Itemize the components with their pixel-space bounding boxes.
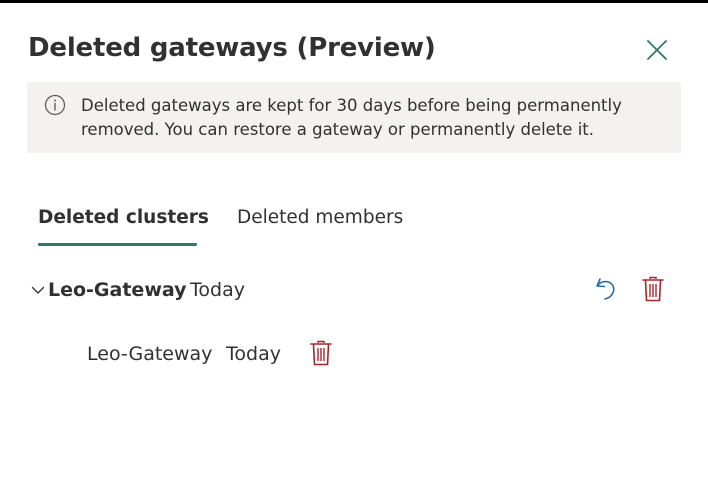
top-border [0,0,708,3]
member-name: Leo-Gateway [87,343,213,365]
member-deleted-date: Today [226,343,281,365]
member-row: Leo-Gateway Today [87,334,387,374]
panel-title: Deleted gateways (Preview) [28,33,436,63]
cluster-row: Leo-Gateway Today [28,270,678,312]
trash-icon [310,340,332,366]
cluster-name: Leo-Gateway [48,279,187,301]
cluster-deleted-date: Today [190,279,245,301]
close-icon [647,40,667,60]
tab-label: Deleted members [237,207,404,228]
tab-deleted-clusters[interactable]: Deleted clusters [38,198,209,246]
delete-button[interactable] [638,274,668,304]
close-button[interactable] [640,33,674,67]
delete-member-button[interactable] [306,338,336,368]
info-message-text: Deleted gateways are kept for 30 days be… [81,96,622,139]
info-icon [44,94,66,116]
info-message-bar: Deleted gateways are kept for 30 days be… [27,82,681,153]
chevron-down-icon[interactable] [30,282,46,298]
tab-deleted-members[interactable]: Deleted members [237,198,403,246]
active-tab-indicator [38,243,197,246]
undo-icon [596,278,615,300]
restore-button[interactable] [591,274,621,304]
tab-label: Deleted clusters [38,207,209,228]
trash-icon [642,276,664,302]
